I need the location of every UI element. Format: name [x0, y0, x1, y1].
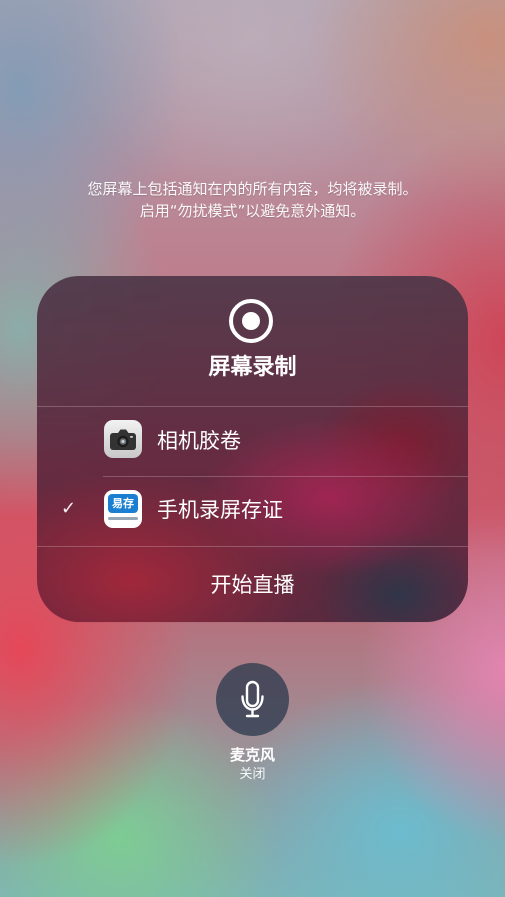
microphone-button[interactable]	[216, 663, 289, 736]
divider-bottom	[37, 546, 468, 547]
microphone-icon	[241, 680, 264, 718]
recording-notice-line-2: 启用“勿扰模式”以避免意外通知。	[139, 202, 366, 220]
divider-middle	[103, 476, 468, 477]
divider-top	[37, 406, 468, 407]
recording-notice-line-1: 您屏幕上包括通知在内的所有内容，均将被录制。	[87, 180, 418, 198]
start-broadcast-button[interactable]: 开始直播	[0, 573, 505, 597]
camera-icon	[104, 420, 142, 458]
yicun-app-icon: 易存	[104, 490, 142, 528]
camera-roll-option[interactable]: 相机胶卷	[157, 429, 241, 453]
record-icon	[229, 299, 273, 343]
checkmark-icon: ✓	[61, 498, 77, 519]
screen-evidence-option[interactable]: 手机录屏存证	[157, 498, 283, 522]
panel-title: 屏幕录制	[208, 355, 297, 380]
yicun-subtitle-bar	[108, 517, 138, 520]
recording-notice: 您屏幕上包括通知在内的所有内容，均将被录制。 启用“勿扰模式”以避免意外通知。	[0, 178, 505, 222]
microphone-status: 关闭	[239, 767, 266, 782]
yicun-logo: 易存	[108, 494, 138, 513]
record-dot	[242, 312, 260, 330]
microphone-title: 麦克风	[229, 746, 275, 764]
